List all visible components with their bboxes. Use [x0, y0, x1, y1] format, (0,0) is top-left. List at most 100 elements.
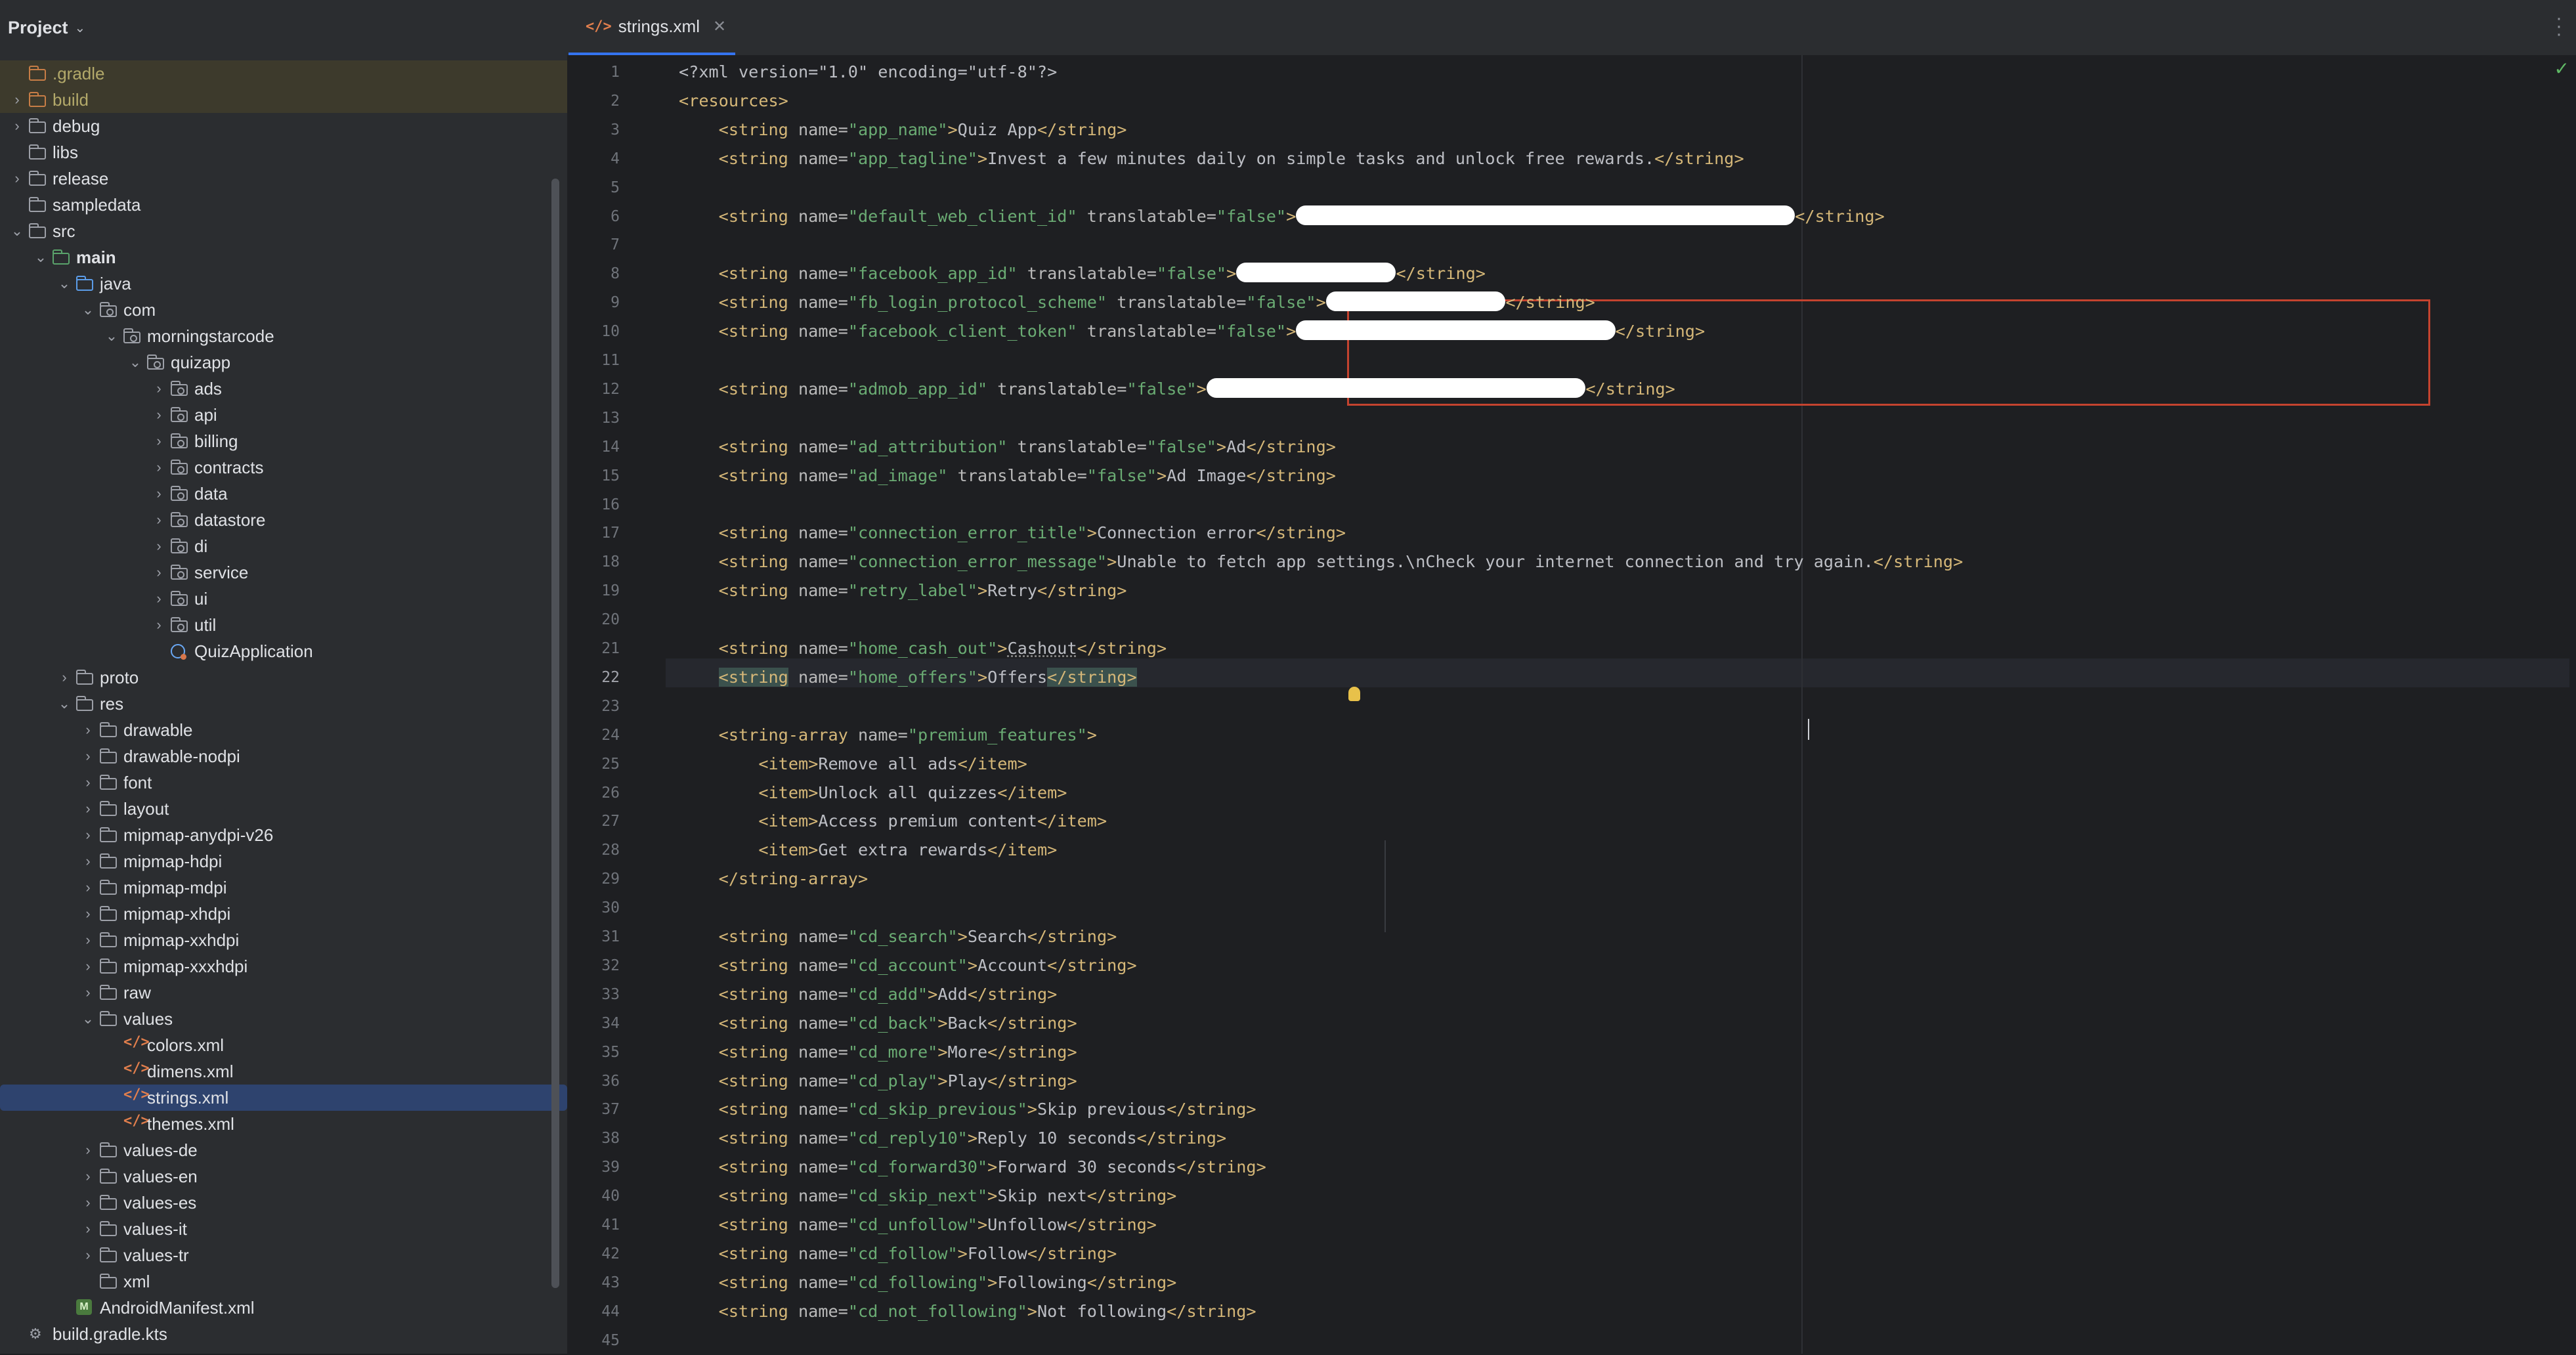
tree-item[interactable]: › values-en — [0, 1163, 567, 1190]
tree-item[interactable]: M AndroidManifest.xml — [0, 1295, 567, 1321]
tree-item[interactable]: ⌄ java — [0, 270, 567, 297]
tree-item[interactable]: › mipmap-xhdpi — [0, 901, 567, 927]
code-line[interactable]: <string name="cd_reply10">Reply 10 secon… — [679, 1124, 1226, 1153]
chevron-right-icon[interactable]: › — [151, 559, 167, 586]
code-line[interactable]: <resources> — [679, 87, 788, 116]
code-line[interactable]: <string name="fb_login_protocol_scheme" … — [679, 288, 1595, 317]
tree-item[interactable]: ⌄ src — [0, 218, 567, 244]
chevron-right-icon[interactable]: › — [80, 901, 96, 927]
chevron-right-icon[interactable]: › — [56, 664, 72, 691]
tab-strings-xml[interactable]: </> strings.xml ✕ — [569, 0, 735, 55]
code-line[interactable]: <item>Unlock all quizzes</item> — [679, 779, 1067, 807]
chevron-right-icon[interactable]: › — [9, 165, 25, 192]
project-panel-header[interactable]: Project ⌄ — [0, 0, 567, 55]
code-line[interactable]: <string name="cd_skip_next">Skip next</s… — [679, 1182, 1177, 1211]
chevron-right-icon[interactable]: › — [9, 113, 25, 139]
chevron-right-icon[interactable]: › — [80, 874, 96, 901]
code-line[interactable]: <string name="cd_skip_previous">Skip pre… — [679, 1095, 1256, 1124]
chevron-down-icon[interactable]: ⌄ — [127, 349, 143, 376]
chevron-right-icon[interactable]: › — [80, 1242, 96, 1268]
chevron-right-icon[interactable]: › — [80, 717, 96, 743]
tree-item[interactable]: sampledata — [0, 192, 567, 218]
tree-item[interactable]: ⌄ values — [0, 1006, 567, 1032]
chevron-right-icon[interactable]: › — [80, 1137, 96, 1163]
code-line[interactable]: <string name="ad_attribution" translatab… — [679, 433, 1336, 462]
code-line[interactable]: <string name="default_web_client_id" tra… — [679, 202, 1885, 231]
chevron-right-icon[interactable]: › — [80, 848, 96, 874]
chevron-right-icon[interactable]: › — [80, 1190, 96, 1216]
chevron-right-icon[interactable]: › — [151, 454, 167, 481]
tree-item[interactable]: › values-it — [0, 1216, 567, 1242]
chevron-right-icon[interactable]: › — [80, 1216, 96, 1242]
code-line[interactable]: <string name="cd_not_following">Not foll… — [679, 1297, 1256, 1326]
tree-item[interactable]: › values-de — [0, 1137, 567, 1163]
tree-item[interactable]: ⚙ build.gradle.kts — [0, 1321, 567, 1347]
chevron-right-icon[interactable]: › — [151, 376, 167, 402]
tree-item[interactable]: › di — [0, 533, 567, 559]
code-line[interactable]: <string name="admob_app_id" translatable… — [679, 375, 1675, 404]
tree-item[interactable]: › service — [0, 559, 567, 586]
tree-item[interactable]: </> themes.xml — [0, 1111, 567, 1137]
chevron-right-icon[interactable]: › — [151, 612, 167, 638]
chevron-right-icon[interactable]: › — [80, 979, 96, 1006]
tree-item[interactable]: › mipmap-hdpi — [0, 848, 567, 874]
chevron-down-icon[interactable]: ⌄ — [56, 691, 72, 717]
tree-item[interactable]: </> dimens.xml — [0, 1058, 567, 1085]
chevron-right-icon[interactable]: › — [80, 953, 96, 979]
code-line[interactable]: <string name="cd_more">More</string> — [679, 1038, 1077, 1067]
tree-item[interactable]: › util — [0, 612, 567, 638]
code-line[interactable]: <string name="facebook_app_id" translata… — [679, 259, 1486, 288]
tree-item[interactable]: › ads — [0, 376, 567, 402]
tree-item[interactable]: › values-tr — [0, 1242, 567, 1268]
code-line[interactable]: <string name="cd_back">Back</string> — [679, 1009, 1077, 1038]
code-line[interactable]: <string name="cd_follow">Follow</string> — [679, 1239, 1117, 1268]
chevron-right-icon[interactable]: › — [151, 481, 167, 507]
chevron-right-icon[interactable]: › — [80, 927, 96, 953]
code-line[interactable]: <string name="cd_account">Account</strin… — [679, 951, 1137, 980]
close-icon[interactable]: ✕ — [713, 17, 726, 36]
code-line[interactable]: <string name="connection_error_message">… — [679, 548, 1964, 576]
code-line[interactable]: <string name="facebook_client_token" tra… — [679, 317, 1705, 346]
tree-item[interactable]: › datastore — [0, 507, 567, 533]
tree-item[interactable]: › raw — [0, 979, 567, 1006]
chevron-right-icon[interactable]: › — [151, 428, 167, 454]
chevron-right-icon[interactable]: › — [9, 87, 25, 113]
tree-item[interactable]: › api — [0, 402, 567, 428]
chevron-down-icon[interactable]: ⌄ — [80, 297, 96, 323]
code-line[interactable]: <string-array name="premium_features"> — [679, 721, 1097, 750]
tree-item[interactable]: › mipmap-anydpi-v26 — [0, 822, 567, 848]
tree-item[interactable]: </> strings.xml — [0, 1085, 567, 1111]
code-line[interactable]: <string name="cd_forward30">Forward 30 s… — [679, 1153, 1266, 1182]
chevron-down-icon[interactable]: ⌄ — [56, 270, 72, 297]
chevron-right-icon[interactable]: › — [80, 769, 96, 796]
code-line[interactable]: <string name="home_cash_out">Cashout</st… — [679, 634, 1167, 663]
code-area[interactable]: <?xml version="1.0" encoding="utf-8"?> <r… — [666, 55, 2569, 1354]
code-line[interactable]: <string name="home_offers">Offers</strin… — [679, 663, 1137, 692]
chevron-right-icon[interactable]: › — [151, 533, 167, 559]
code-line[interactable]: <string name="app_tagline">Invest a few … — [679, 144, 1744, 173]
code-line[interactable]: <string name="cd_following">Following</s… — [679, 1268, 1177, 1297]
tree-item[interactable]: .gradle — [0, 60, 567, 87]
tree-item[interactable]: ⌄ morningstarcode — [0, 323, 567, 349]
code-line[interactable]: <string name="cd_search">Search</string> — [679, 922, 1117, 951]
tree-item[interactable]: ⌄ com — [0, 297, 567, 323]
chevron-right-icon[interactable]: › — [151, 402, 167, 428]
code-line[interactable]: <string name="connection_error_title">Co… — [679, 519, 1346, 548]
chevron-right-icon[interactable]: › — [80, 743, 96, 769]
chevron-right-icon[interactable]: › — [151, 586, 167, 612]
code-line[interactable]: <string name="cd_play">Play</string> — [679, 1067, 1077, 1096]
tree-item[interactable]: › contracts — [0, 454, 567, 481]
tree-item[interactable]: › drawable — [0, 717, 567, 743]
code-line[interactable]: <string name="app_name">Quiz App</string… — [679, 116, 1127, 144]
tree-item[interactable]: libs — [0, 139, 567, 165]
tree-item[interactable]: ⌄ quizapp — [0, 349, 567, 376]
tree-item[interactable]: › release — [0, 165, 567, 192]
code-line[interactable]: </string-array> — [679, 865, 868, 893]
code-line[interactable]: <string name="cd_unfollow">Unfollow</str… — [679, 1211, 1157, 1239]
chevron-down-icon[interactable]: ⌄ — [75, 20, 86, 36]
tree-item[interactable]: › values-es — [0, 1190, 567, 1216]
code-line[interactable]: <?xml version="1.0" encoding="utf-8"?> — [679, 58, 1057, 87]
tree-item[interactable]: › drawable-nodpi — [0, 743, 567, 769]
chevron-right-icon[interactable]: › — [80, 1163, 96, 1190]
chevron-right-icon[interactable]: › — [80, 822, 96, 848]
